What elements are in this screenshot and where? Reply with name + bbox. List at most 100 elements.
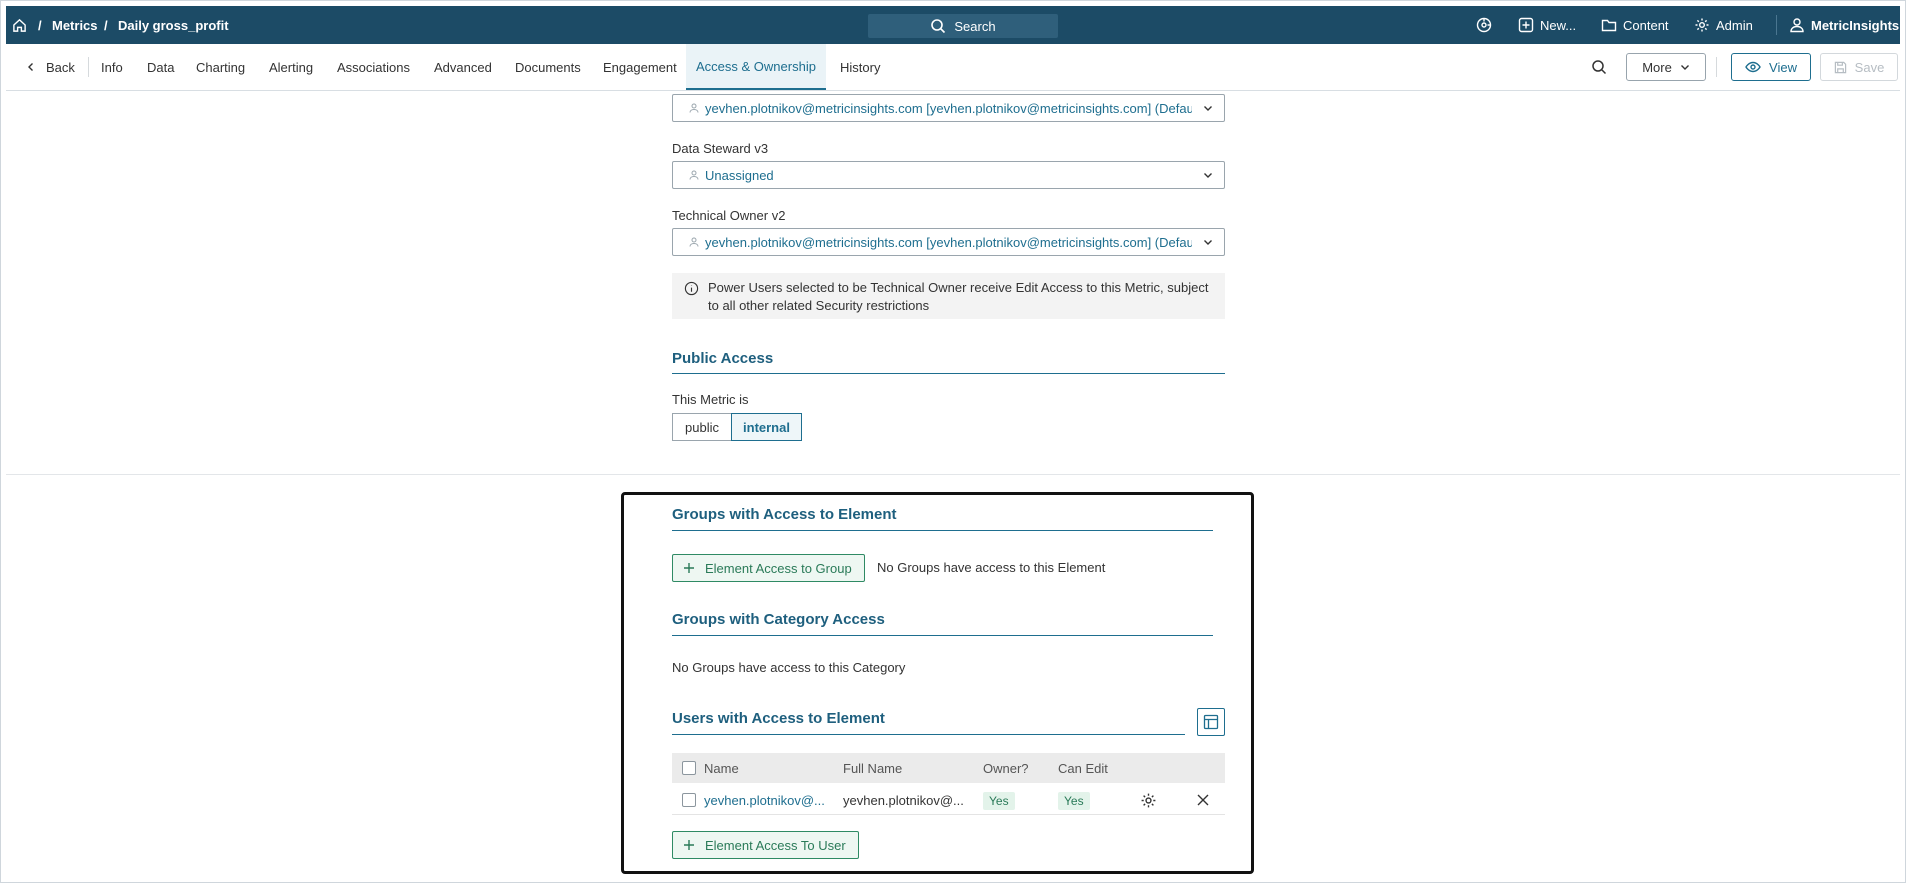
groups-element-empty-text: No Groups have access to this Element: [877, 560, 1106, 575]
table-columns-icon: [1203, 714, 1219, 730]
info-icon: [684, 281, 699, 296]
user-icon: [689, 237, 699, 247]
plus-icon: [684, 563, 694, 573]
public-option[interactable]: public: [672, 413, 732, 441]
table-row: yevhen.plotnikov@... yevhen.plotnikov@..…: [672, 785, 1225, 815]
column-owner[interactable]: Owner?: [983, 753, 1029, 783]
search-icon: [931, 19, 946, 34]
data-steward-value: Unassigned: [705, 167, 774, 183]
tab-documents[interactable]: Documents: [515, 44, 581, 90]
users-table-header: Name Full Name Owner? Can Edit: [672, 753, 1225, 783]
folder-icon: [1601, 19, 1617, 32]
technical-owner-value: yevhen.plotnikov@metricinsights.com [yev…: [705, 234, 1192, 250]
tab-bar: Back Info Data Charting Alerting Associa…: [6, 44, 1900, 91]
chevron-down-icon: [1204, 106, 1212, 111]
save-icon: [1834, 61, 1846, 73]
activity-icon: [1476, 17, 1492, 33]
groups-element-title: Groups with Access to Element: [672, 506, 1213, 531]
technical-owner-select[interactable]: yevhen.plotnikov@metricinsights.com [yev…: [672, 228, 1225, 256]
chevron-left-icon: [28, 63, 33, 71]
user-icon: [689, 170, 699, 180]
tab-associations[interactable]: Associations: [337, 44, 410, 90]
back-button[interactable]: Back: [26, 44, 75, 90]
business-owner-select[interactable]: yevhen.plotnikov@metricinsights.com [yev…: [672, 94, 1225, 122]
notifications-button[interactable]: [1476, 6, 1492, 44]
table-settings-button[interactable]: [1197, 708, 1225, 736]
breadcrumb-separator: /: [38, 17, 42, 33]
row-checkbox[interactable]: [682, 793, 696, 807]
tab-search-icon[interactable]: [1591, 59, 1607, 78]
back-label: Back: [46, 59, 75, 75]
business-owner-value: yevhen.plotnikov@metricinsights.com [yev…: [705, 100, 1192, 116]
more-button[interactable]: More: [1626, 53, 1706, 81]
gear-icon: [1695, 18, 1709, 32]
tab-charting[interactable]: Charting: [196, 44, 245, 90]
public-access-title: Public Access: [672, 350, 1225, 374]
highlight-box: [621, 492, 1254, 874]
column-name[interactable]: Name: [704, 753, 739, 783]
search-button[interactable]: Search: [868, 14, 1058, 38]
info-text: Power Users selected to be Technical Own…: [708, 280, 1209, 313]
user-icon: [689, 103, 699, 113]
user-full-name: yevhen.plotnikov@...: [843, 792, 964, 808]
breadcrumb-separator: /: [104, 17, 108, 33]
tab-divider: [1716, 57, 1717, 77]
plus-icon: [684, 840, 694, 850]
tab-engagement[interactable]: Engagement: [603, 44, 677, 90]
admin-button[interactable]: Admin: [1694, 6, 1753, 44]
technical-owner-info: Power Users selected to be Technical Own…: [672, 273, 1225, 319]
tab-info[interactable]: Info: [101, 44, 123, 90]
user-menu-button[interactable]: MetricInsights: [1789, 6, 1899, 44]
new-button[interactable]: New...: [1518, 6, 1576, 44]
groups-category-empty-text: No Groups have access to this Category: [672, 660, 906, 675]
section-divider: [6, 474, 1900, 475]
plus-square-icon: [1518, 17, 1534, 33]
row-gear-icon[interactable]: [1140, 792, 1157, 812]
row-close-icon[interactable]: [1196, 793, 1210, 810]
view-button[interactable]: View: [1731, 53, 1811, 81]
breadcrumb-current[interactable]: Daily gross_profit: [118, 6, 229, 44]
more-label: More: [1642, 59, 1672, 75]
new-label: New...: [1540, 17, 1577, 33]
column-can-edit[interactable]: Can Edit: [1058, 753, 1108, 783]
eye-icon: [1745, 61, 1761, 73]
column-full-name[interactable]: Full Name: [843, 753, 902, 783]
groups-category-title: Groups with Category Access: [672, 611, 1213, 636]
technical-owner-label: Technical Owner v2: [672, 208, 786, 223]
tab-data[interactable]: Data: [147, 44, 174, 90]
top-bar: / Metrics / Daily gross_profit Search Ne…: [6, 6, 1900, 44]
data-steward-label: Data Steward v3: [672, 141, 769, 156]
user-label: MetricInsights: [1811, 17, 1900, 33]
tab-advanced[interactable]: Advanced: [434, 44, 492, 90]
tab-alerting[interactable]: Alerting: [269, 44, 313, 90]
save-button[interactable]: Save: [1820, 53, 1898, 81]
content-button[interactable]: Content: [1601, 6, 1669, 44]
data-steward-select[interactable]: Unassigned: [672, 161, 1225, 189]
select-all-checkbox[interactable]: [682, 761, 696, 775]
view-label: View: [1769, 59, 1797, 75]
tab-history[interactable]: History: [840, 44, 880, 90]
can-edit-badge: Yes: [1058, 792, 1090, 810]
element-access-to-user-label: Element Access To User: [705, 837, 846, 853]
element-access-to-user-button[interactable]: Element Access To User: [672, 831, 859, 859]
save-label: Save: [1854, 59, 1885, 75]
internal-option[interactable]: internal: [731, 413, 802, 441]
owner-badge: Yes: [983, 792, 1015, 810]
user-icon: [1790, 18, 1804, 33]
element-access-to-group-label: Element Access to Group: [705, 560, 852, 576]
tab-access-ownership[interactable]: Access & Ownership: [686, 44, 826, 90]
topbar-divider: [1776, 15, 1777, 35]
tab-divider: [88, 57, 89, 77]
admin-label: Admin: [1716, 17, 1753, 33]
chevron-down-icon: [1680, 65, 1689, 70]
user-name-link[interactable]: yevhen.plotnikov@...: [704, 785, 834, 815]
users-element-title: Users with Access to Element: [672, 710, 1185, 735]
public-access-label: This Metric is: [672, 392, 749, 407]
element-access-to-group-button[interactable]: Element Access to Group: [672, 554, 865, 582]
chevron-down-icon: [1204, 240, 1212, 245]
breadcrumb-metrics[interactable]: Metrics: [52, 6, 98, 44]
search-label: Search: [954, 18, 996, 34]
chevron-down-icon: [1204, 173, 1212, 178]
content-label: Content: [1623, 17, 1669, 33]
home-icon[interactable]: [12, 6, 27, 44]
